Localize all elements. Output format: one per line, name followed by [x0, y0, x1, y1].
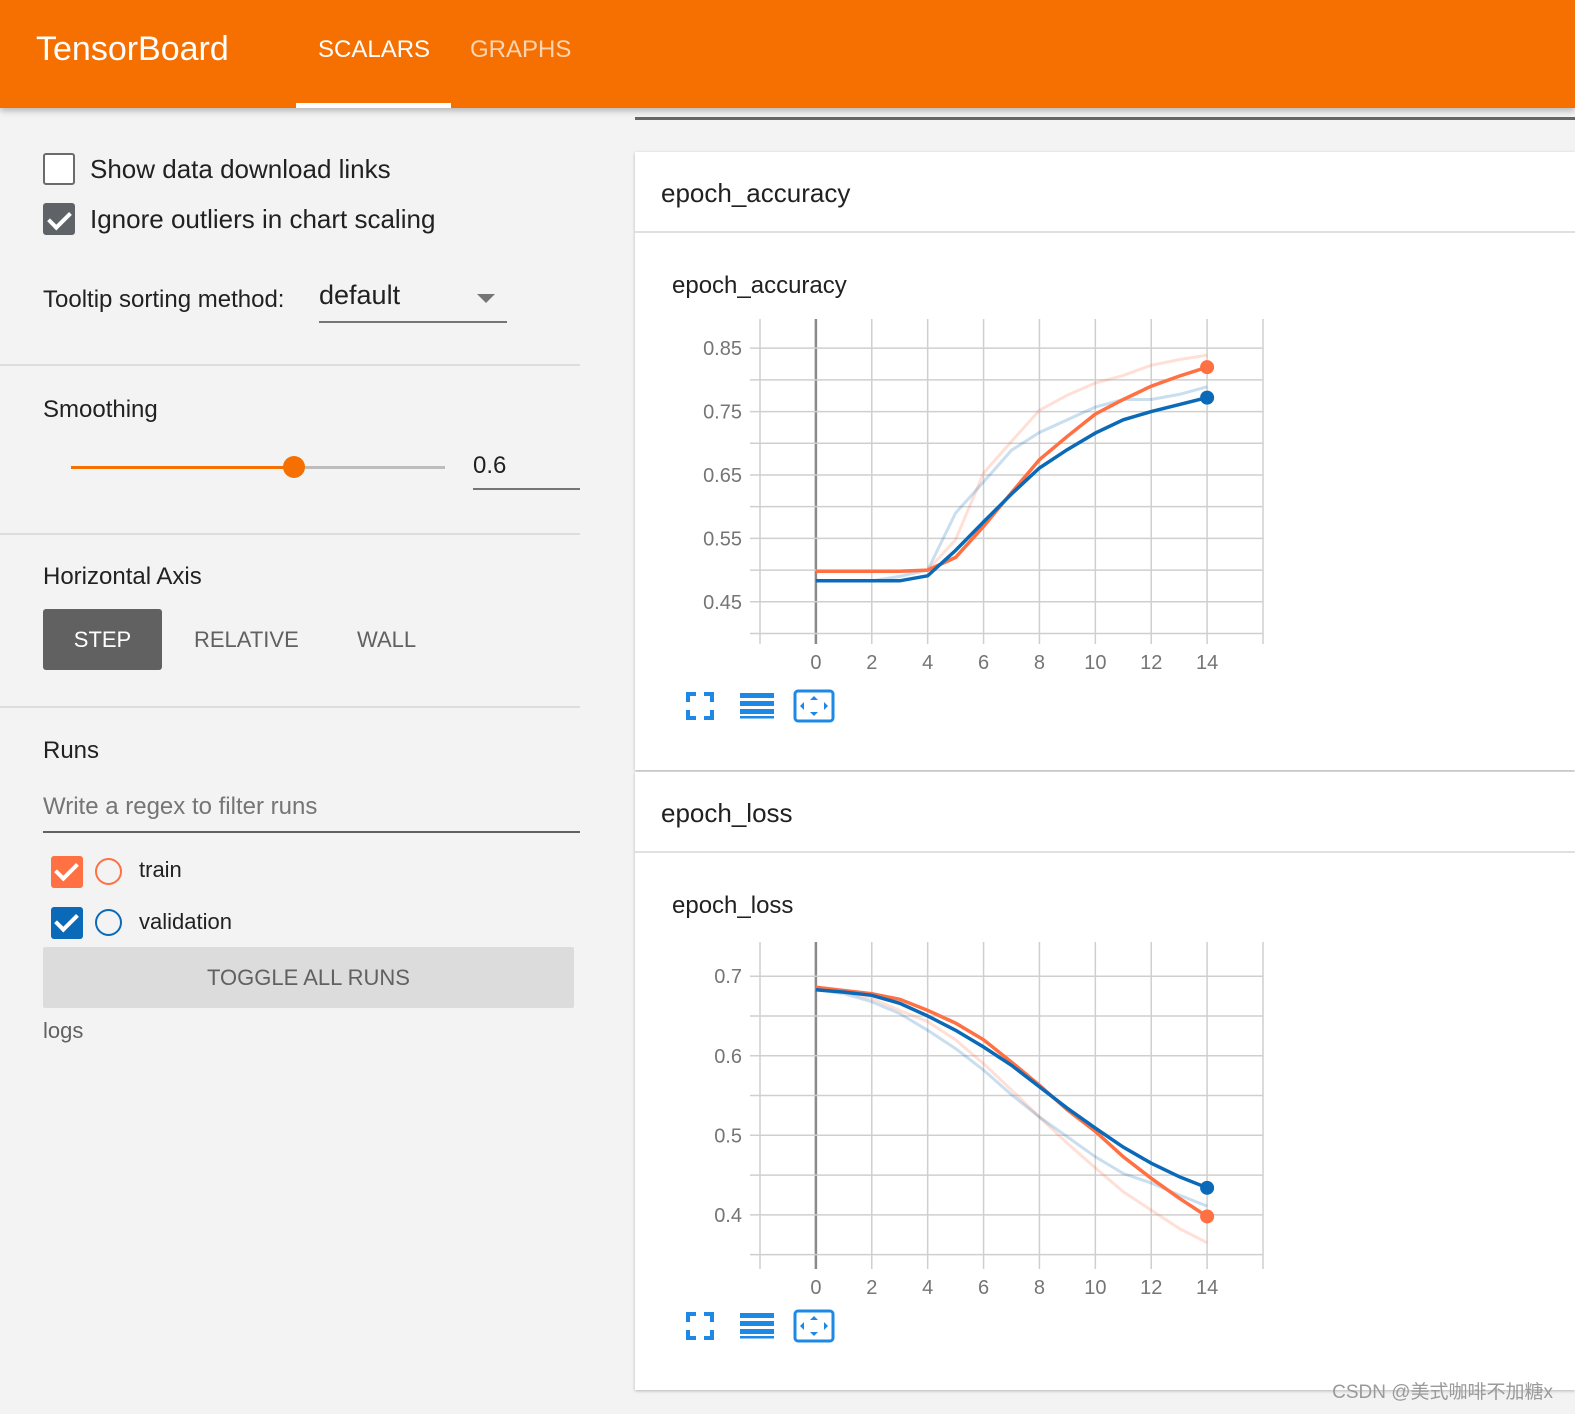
- fullscreen-icon[interactable]: [685, 1311, 715, 1341]
- y-tick-label: 0.4: [714, 1205, 742, 1227]
- card-title: epoch_loss: [661, 798, 793, 828]
- ignore-outliers-label[interactable]: Ignore outliers in chart scaling: [90, 204, 435, 235]
- validation-last-point[interactable]: [1200, 1180, 1215, 1195]
- validation-raw-line: [815, 385, 1208, 583]
- axis-relative-button[interactable]: RELATIVE: [194, 627, 299, 653]
- app-logo: TensorBoard: [36, 30, 229, 68]
- y-tick-label: 0.65: [703, 465, 742, 487]
- validation-last-point[interactable]: [1200, 390, 1215, 405]
- smoothing-slider-fill: [71, 466, 294, 469]
- y-tick-label: 0.55: [703, 528, 742, 550]
- x-tick-label: 12: [1140, 652, 1162, 674]
- run-train-color-icon[interactable]: [95, 858, 122, 885]
- divider: [0, 706, 580, 708]
- y-tick-label: 0.7: [714, 966, 742, 988]
- y-tick-label: 0.6: [714, 1046, 742, 1068]
- validation-smoothed-line[interactable]: [815, 395, 1208, 583]
- tab-graphs[interactable]: GRAPHS: [470, 36, 571, 64]
- chart-title: epoch_loss: [672, 892, 794, 919]
- tab-scalars[interactable]: SCALARS: [318, 36, 430, 64]
- run-filter-input[interactable]: Write a regex to filter runs: [43, 793, 580, 833]
- y-tick-label: 0.75: [703, 402, 742, 424]
- runs-label: Runs: [43, 737, 100, 764]
- run-train-checkbox[interactable]: [51, 856, 83, 888]
- accuracy-chart[interactable]: 0.45 0.55 0.65 0.75 0.85 0 2 4 6 8 10 12 14: [690, 300, 1290, 690]
- card-epoch-accuracy: epoch_accuracy epoch_accuracy 0.45 0.55 0.…: [635, 152, 1575, 770]
- toggle-log-scale-icon[interactable]: [739, 691, 775, 721]
- x-tick-label: 4: [922, 1277, 933, 1299]
- train-last-point[interactable]: [1200, 360, 1215, 375]
- train-last-point[interactable]: [1200, 1209, 1215, 1224]
- x-tick-label: 8: [1034, 1277, 1045, 1299]
- x-tick-label: 6: [978, 1277, 989, 1299]
- card-title: epoch_accuracy: [661, 178, 851, 208]
- fit-domain-icon[interactable]: [793, 689, 835, 723]
- smoothing-slider-thumb[interactable]: [283, 456, 305, 478]
- ignore-outliers-checkbox[interactable]: [43, 203, 75, 235]
- x-tick-label: 2: [866, 1277, 877, 1299]
- smoothing-label: Smoothing: [43, 396, 158, 423]
- category-rule: [635, 117, 1575, 120]
- x-tick-label: 8: [1034, 652, 1045, 674]
- x-tick-label: 14: [1196, 652, 1218, 674]
- card-header[interactable]: epoch_loss: [635, 772, 1575, 853]
- toggle-log-scale-icon[interactable]: [739, 1311, 775, 1341]
- show-download-links-label[interactable]: Show data download links: [90, 154, 391, 185]
- run-train-label[interactable]: train: [139, 857, 182, 883]
- x-tick-label: 4: [922, 652, 933, 674]
- log-dir-label: logs: [43, 1018, 84, 1043]
- axis-wall-button[interactable]: WALL: [357, 627, 416, 653]
- x-tick-label: 12: [1140, 1277, 1162, 1299]
- watermark: CSDN @美式咖啡不加糖x: [1332, 1382, 1553, 1403]
- y-tick-label: 0.85: [703, 338, 742, 360]
- axis-step-button[interactable]: STEP: [43, 609, 162, 670]
- card-header[interactable]: epoch_accuracy: [635, 152, 1575, 233]
- top-app-bar: TensorBoard SCALARS GRAPHS: [0, 0, 1575, 108]
- tooltip-sorting-select[interactable]: default: [319, 280, 507, 323]
- run-validation-color-icon[interactable]: [95, 909, 122, 936]
- x-tick-label: 14: [1196, 1277, 1218, 1299]
- chart-toolbar: [685, 1307, 845, 1343]
- y-tick-label: 0.45: [703, 592, 742, 614]
- chart-toolbar: [685, 687, 845, 723]
- fullscreen-icon[interactable]: [685, 691, 715, 721]
- validation-raw-line: [815, 988, 1208, 1208]
- smoothing-value-input[interactable]: 0.6: [473, 452, 580, 490]
- run-validation-checkbox[interactable]: [51, 907, 83, 939]
- divider: [0, 364, 580, 366]
- y-tick-label: 0.5: [714, 1125, 742, 1147]
- train-smoothed-line[interactable]: [815, 365, 1208, 574]
- tooltip-sorting-label: Tooltip sorting method:: [43, 286, 285, 313]
- fit-domain-icon[interactable]: [793, 1309, 835, 1343]
- horizontal-axis-label: Horizontal Axis: [43, 563, 202, 590]
- show-download-links-checkbox[interactable]: [43, 153, 75, 185]
- x-tick-label: 0: [810, 1277, 821, 1299]
- x-tick-label: 2: [866, 652, 877, 674]
- card-epoch-loss: epoch_loss epoch_loss 0.4 0.5 0.6 0.7 0 2 4 6 8 1…: [635, 772, 1575, 1390]
- x-tick-label: 10: [1084, 652, 1106, 674]
- run-validation-label[interactable]: validation: [139, 909, 232, 935]
- loss-chart[interactable]: 0.4 0.5 0.6 0.7 0 2 4 6 8 10 12 14: [690, 920, 1290, 1310]
- toggle-all-runs-button[interactable]: TOGGLE ALL RUNS: [43, 947, 574, 1008]
- x-tick-label: 6: [978, 652, 989, 674]
- chart-title: epoch_accuracy: [672, 272, 847, 299]
- divider: [0, 533, 580, 535]
- tooltip-sorting-value: default: [319, 280, 401, 310]
- chevron-down-icon: [477, 294, 495, 303]
- x-tick-label: 0: [810, 652, 821, 674]
- active-tab-indicator: [296, 103, 451, 108]
- x-tick-label: 10: [1084, 1277, 1106, 1299]
- train-raw-line: [815, 985, 1208, 1245]
